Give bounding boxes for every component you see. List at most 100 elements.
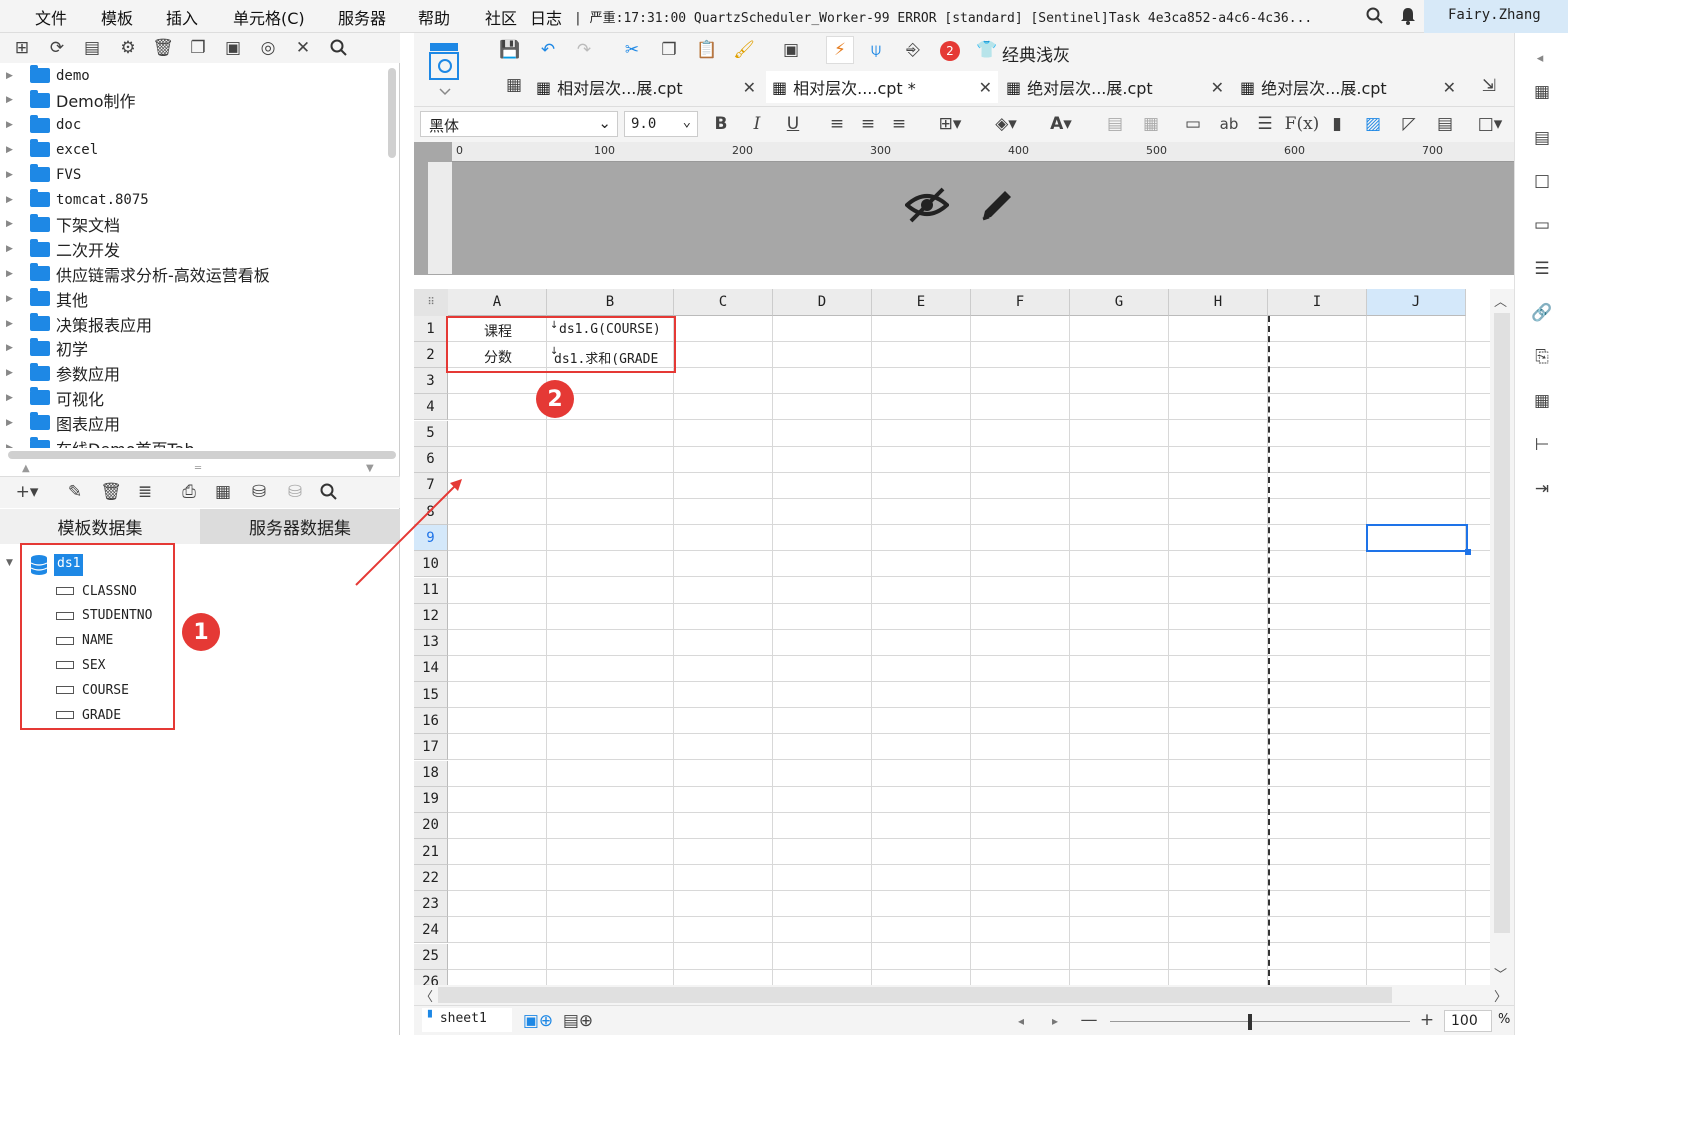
- rich-text-icon[interactable]: ☰: [1254, 113, 1276, 135]
- tree-folder-item[interactable]: ▶ 下架文档: [0, 212, 390, 237]
- row-header[interactable]: 15: [414, 682, 448, 709]
- cell-attr-icon[interactable]: ▦: [1529, 79, 1555, 105]
- tab-template-dataset[interactable]: 模板数据集: [0, 509, 200, 544]
- select-all-icon[interactable]: ⠿: [414, 289, 448, 316]
- row-header[interactable]: 21: [414, 839, 448, 865]
- settings-file-icon[interactable]: ⚙: [118, 38, 138, 58]
- next-sheet-icon[interactable]: ▸: [1048, 1011, 1062, 1031]
- row-header[interactable]: 12: [414, 603, 448, 630]
- text-icon[interactable]: ab: [1218, 113, 1240, 135]
- row-header[interactable]: 14: [414, 655, 448, 682]
- insert-field-icon[interactable]: ▭: [1182, 113, 1204, 135]
- expand-caret-icon[interactable]: ▶: [6, 120, 16, 130]
- delete-dataset-icon[interactable]: 🗑: [100, 482, 122, 502]
- menu-insert[interactable]: 插入: [166, 5, 198, 29]
- row-header[interactable]: 13: [414, 629, 448, 656]
- expand-caret-icon[interactable]: ▶: [6, 343, 16, 353]
- underline-icon[interactable]: U: [782, 113, 804, 135]
- open-file-icon[interactable]: ▤: [82, 38, 102, 58]
- row-header[interactable]: 18: [414, 760, 448, 787]
- subreport-icon[interactable]: ▤: [1434, 113, 1456, 135]
- collapse-icon[interactable]: ✕: [293, 38, 313, 58]
- spreadsheet-grid[interactable]: ⠿ ABCDEFGHIJ 123456789101112131415161718…: [414, 289, 1490, 985]
- expand-caret-icon[interactable]: ▶: [6, 244, 16, 254]
- close-icon[interactable]: ✕: [1211, 78, 1224, 97]
- widget-icon[interactable]: ▭: [1529, 212, 1555, 238]
- redo-icon[interactable]: ↷: [572, 38, 596, 62]
- row-header[interactable]: 5: [414, 420, 448, 447]
- template-icon[interactable]: [428, 41, 464, 101]
- align-center-icon[interactable]: ≡: [857, 113, 879, 135]
- column-header[interactable]: G: [1070, 289, 1169, 316]
- cut-icon[interactable]: ✂: [620, 38, 644, 62]
- paste-icon[interactable]: 📋: [695, 38, 719, 62]
- italic-icon[interactable]: I: [746, 113, 768, 135]
- column-header[interactable]: B: [547, 289, 674, 316]
- undo-icon[interactable]: ↶: [536, 38, 560, 62]
- theme-icon[interactable]: 👕: [976, 38, 998, 62]
- expand-caret-icon[interactable]: ▶: [6, 269, 16, 279]
- search-icon[interactable]: [1365, 6, 1385, 26]
- copy-icon[interactable]: ❐: [188, 38, 208, 58]
- row-header[interactable]: 20: [414, 812, 448, 839]
- row-header[interactable]: 1: [414, 316, 448, 342]
- row-header[interactable]: 4: [414, 394, 448, 421]
- menu-server[interactable]: 服务器: [338, 5, 386, 29]
- expand-caret-icon[interactable]: ▶: [6, 219, 16, 229]
- data-entry-icon[interactable]: ⎘: [1529, 344, 1555, 370]
- close-icon[interactable]: ✕: [1443, 78, 1456, 97]
- fill-color-icon[interactable]: ◈▾: [986, 113, 1026, 135]
- plugin-icon[interactable]: ⍦: [864, 38, 888, 62]
- tree-folder-item[interactable]: ▶ 供应链需求分析-高效运营看板: [0, 261, 390, 286]
- row-header[interactable]: 16: [414, 708, 448, 735]
- lock-file-icon[interactable]: ▣: [223, 38, 243, 58]
- horizontal-scrollbar[interactable]: 〈 〉: [414, 985, 1514, 1005]
- bell-icon[interactable]: [1398, 6, 1418, 26]
- tree-structure-icon[interactable]: ⊢: [1529, 432, 1555, 458]
- delete-icon[interactable]: 🗑: [152, 38, 174, 58]
- zoom-out-icon[interactable]: —: [1080, 1009, 1098, 1031]
- bold-icon[interactable]: B: [710, 113, 732, 135]
- tab-list-icon[interactable]: ⇲: [1478, 75, 1500, 97]
- align-right-icon[interactable]: ≡: [888, 113, 910, 135]
- close-icon[interactable]: ✕: [979, 78, 992, 97]
- row-header[interactable]: 6: [414, 446, 448, 473]
- row-header[interactable]: 26: [414, 969, 448, 985]
- column-header[interactable]: H: [1169, 289, 1268, 316]
- align-left-icon[interactable]: ≡: [826, 113, 848, 135]
- menu-log[interactable]: 日志: [530, 5, 562, 29]
- text-box-icon[interactable]: ▣: [779, 38, 803, 62]
- expand-caret-icon[interactable]: ▶: [6, 71, 16, 81]
- tree-folder-item[interactable]: ▶ excel: [0, 137, 390, 162]
- tree-folder-item[interactable]: ▶ tomcat.8075: [0, 187, 390, 212]
- expand-caret-icon[interactable]: ▶: [6, 368, 16, 378]
- edit-icon[interactable]: ✎: [64, 482, 86, 502]
- row-header[interactable]: 17: [414, 734, 448, 761]
- row-header[interactable]: 22: [414, 865, 448, 892]
- pencil-icon[interactable]: [974, 182, 1020, 228]
- collapse-left-icon[interactable]: ◂: [1529, 47, 1551, 69]
- tree-folder-item[interactable]: ▶ Demo制作: [0, 88, 390, 113]
- row-header[interactable]: 23: [414, 891, 448, 918]
- expand-caret-icon[interactable]: ▶: [6, 195, 16, 205]
- theme-label[interactable]: 经典浅灰: [1002, 41, 1070, 66]
- column-header[interactable]: C: [674, 289, 773, 316]
- copy-cell-icon[interactable]: ❐: [657, 38, 681, 62]
- tree-folder-item[interactable]: ▶ 二次开发: [0, 237, 390, 262]
- db-settings-icon[interactable]: ⛁: [248, 482, 270, 502]
- tab-report-4[interactable]: ▦ 绝对层次...展.cpt ✕: [1236, 71, 1462, 103]
- expand-caret-icon[interactable]: ▶: [6, 294, 16, 304]
- formula-icon[interactable]: F(x): [1285, 113, 1320, 135]
- menu-cell[interactable]: 单元格(C): [233, 5, 305, 29]
- image-icon[interactable]: ▨: [1362, 113, 1384, 135]
- tree-folder-item[interactable]: ▶ 参数应用: [0, 361, 390, 386]
- chart-icon[interactable]: ▮: [1326, 113, 1348, 135]
- check-icon[interactable]: ⎆: [901, 38, 925, 62]
- user-name[interactable]: Fairy.Zhang: [1424, 0, 1568, 33]
- cell-element-attr-icon[interactable]: ▤: [1529, 125, 1555, 151]
- font-color-icon[interactable]: A▾: [1040, 113, 1082, 135]
- row-header[interactable]: 3: [414, 368, 448, 395]
- expand-caret-icon[interactable]: ▶: [6, 145, 16, 155]
- row-header[interactable]: 25: [414, 943, 448, 970]
- tree-folder-item[interactable]: ▶ 其他: [0, 286, 390, 311]
